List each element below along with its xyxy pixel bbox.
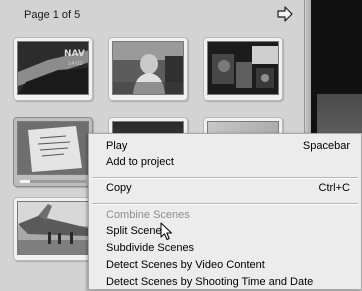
menu-item-copy[interactable]: Copy Ctrl+C [90, 180, 360, 197]
scene-progress-bar [20, 180, 86, 183]
menu-separator [92, 177, 358, 179]
menu-item-detect-by-shooting-time[interactable]: Detect Scenes by Shooting Time and Date [90, 274, 360, 291]
menu-item-label: Combine Scenes [106, 209, 190, 221]
scene-thumbnail-1[interactable]: NAV 14-02 [13, 37, 93, 101]
scene-thumbnail-3[interactable] [203, 37, 283, 101]
arrow-right-icon[interactable] [276, 6, 294, 22]
scene-progress-fill [20, 180, 30, 183]
menu-item-combine-scenes: Combine Scenes [90, 207, 360, 224]
menu-item-label: Detect Scenes by Video Content [106, 259, 265, 271]
menu-item-label: Play [106, 140, 128, 152]
menu-separator [92, 203, 358, 205]
scene-thumbnail-4-selected[interactable] [13, 117, 93, 187]
menu-item-split-scene[interactable]: Split Scene [90, 223, 360, 240]
menu-item-label: Detect Scenes by Shooting Time and Date [106, 276, 314, 288]
menu-item-subdivide-scenes[interactable]: Subdivide Scenes [90, 240, 360, 257]
context-menu: Play Spacebar Add to project Copy Ctrl+C… [88, 133, 362, 290]
svg-text:14-02: 14-02 [68, 61, 83, 67]
menu-item-detect-by-video-content[interactable]: Detect Scenes by Video Content [90, 257, 360, 274]
menu-item-shortcut: Ctrl+C [318, 182, 350, 194]
menu-item-label: Copy [106, 182, 132, 194]
page-label: Page 1 of 5 [24, 9, 81, 21]
menu-item-play[interactable]: Play Spacebar [90, 138, 360, 155]
menu-item-shortcut: Spacebar [302, 140, 350, 152]
menu-item-label: Subdivide Scenes [106, 242, 195, 254]
scene-thumbnail-2[interactable] [108, 37, 188, 101]
menu-item-add-to-project[interactable]: Add to project [90, 154, 360, 171]
svg-text:NAV: NAV [64, 49, 85, 59]
scene-thumbnail-7[interactable] [13, 197, 93, 261]
menu-item-label: Split Scene [106, 225, 162, 237]
menu-item-label: Add to project [106, 156, 174, 168]
